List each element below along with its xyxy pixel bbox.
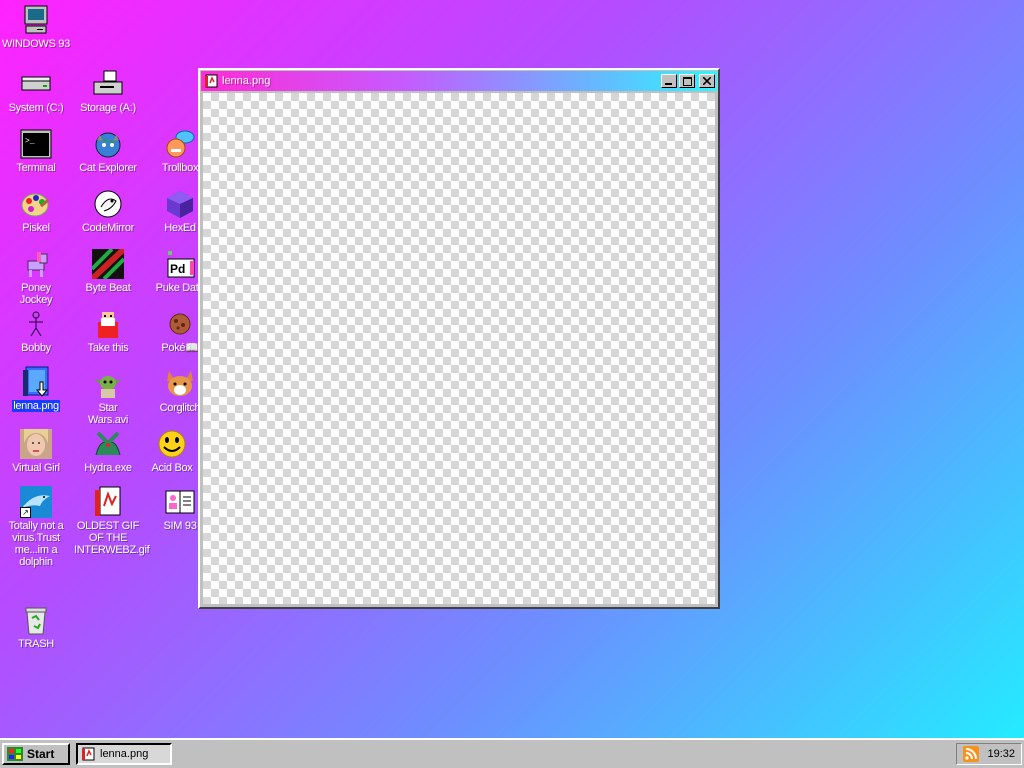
desktop-icon-hydra[interactable]: Hydra.exe [73,428,143,474]
icon-label: System (C:) [8,102,64,114]
desktop-icon-byte-beat[interactable]: Byte Beat [73,248,143,294]
corgi-icon [164,368,196,400]
start-button[interactable]: Start [2,743,70,765]
desktop-icon-star-wars[interactable]: Star Wars.avi [73,368,143,426]
byte-beat-icon [92,248,124,280]
puke-data-icon: Pd [164,248,196,280]
taskbar: Start lenna.png 19:32 [0,738,1024,768]
smiley-icon [156,428,188,460]
dolphin-icon: ↗ [20,486,52,518]
codemirror-icon [92,188,124,220]
icon-label: Hydra.exe [84,462,132,474]
desktop-icon-poney-jockey[interactable]: Poney Jockey [1,248,71,306]
stick-figure-icon [20,308,52,340]
desktop-icon-trash[interactable]: TRASH [1,604,71,650]
system-tray: 19:32 [956,743,1022,765]
svg-text:Pd: Pd [170,262,185,276]
chat-face-icon [164,128,196,160]
cookie-icon [164,308,196,340]
image-file-icon [205,74,218,88]
icon-label: Acid Box [151,462,193,474]
icon-label: Terminal [16,162,56,174]
minimize-button[interactable] [661,74,677,88]
maximize-icon [682,76,692,86]
desktop-icon-lenna[interactable]: lenna.png [1,366,71,412]
maximize-button[interactable] [679,74,695,88]
image-file-icon [20,366,52,398]
icon-label: SIM 93 [163,520,197,532]
start-logo-icon [7,747,23,761]
desktop-icon-virtual-girl[interactable]: Virtual Girl [1,428,71,474]
icon-label: lenna.png [12,400,60,412]
desktop-icon-bobby[interactable]: Bobby [1,308,71,354]
svg-text:>_: >_ [25,137,35,146]
desktop-icon-windows93[interactable]: WINDOWS 93 [1,4,71,50]
image-file-icon [82,747,95,761]
cat-globe-icon [92,128,124,160]
icon-label: Cat Explorer [79,162,137,174]
icon-label: Virtual Girl [12,462,60,474]
close-icon [703,77,711,85]
pony-icon [20,248,52,280]
terminal-icon: >_ [20,128,52,160]
taskbar-clock[interactable]: 19:32 [987,748,1015,760]
hard-drive-icon [20,68,52,100]
gif-file-icon [92,486,124,518]
desktop-icon-take-this[interactable]: Take this [73,308,143,354]
computer-icon [20,4,52,36]
desktop-icon-cat-explorer[interactable]: Cat Explorer [73,128,143,174]
taskbar-item-lenna[interactable]: lenna.png [76,743,172,765]
shortcut-arrow-icon: ↗ [20,507,31,518]
icon-label: Star Wars.avi [88,402,128,426]
rss-feed-icon[interactable] [963,746,980,762]
desktop-icon-piskel[interactable]: Piskel [1,188,71,234]
old-man-icon [92,308,124,340]
purple-cube-icon [164,188,196,220]
icon-label: Piskel [22,222,50,234]
icon-label: Byte Beat [85,282,131,294]
desktop-icon-oldest-gif[interactable]: OLDEST GIF OF THE INTERWEBZ.gif [73,486,150,556]
paint-palette-icon [20,188,52,220]
icon-label: Corglitch [159,402,201,414]
sim-book-icon [164,486,196,518]
desktop-icon-dolphin[interactable]: ↗ Totally not a virus.Trust me...im a do… [1,486,71,568]
taskbar-item-label: lenna.png [100,748,149,760]
close-button[interactable] [699,74,715,88]
icon-label: Bobby [21,342,51,354]
icon-label: Take this [87,342,129,354]
start-label: Start [27,747,55,761]
icon-label: Storage (A:) [80,102,136,114]
face-photo-icon [20,428,52,460]
desktop-icon-terminal[interactable]: >_ Terminal [1,128,71,174]
desktop-icon-storage-a[interactable]: Storage (A:) [73,68,143,114]
icon-label: WINDOWS 93 [2,38,70,50]
transparent-image-canvas[interactable] [203,93,715,604]
window-title: lenna.png [222,75,271,87]
icon-label: Trollbox [161,162,199,174]
icon-label: HexEd [164,222,196,234]
icon-label: TRASH [18,638,54,650]
icon-label: OLDEST GIF OF THE INTERWEBZ.gif [74,520,150,556]
icon-label: Poney Jockey [19,282,53,306]
icon-label: Totally not a virus.Trust me...im a dolp… [8,520,64,568]
floppy-drive-icon [92,68,124,100]
desktop-icon-system-c[interactable]: System (C:) [1,68,71,114]
window-titlebar[interactable]: lenna.png [201,71,717,91]
desktop-icon-codemirror[interactable]: CodeMirror [73,188,143,234]
image-viewer-window[interactable]: lenna.png [198,68,720,609]
icon-label: Poké📖 [161,342,199,354]
yoda-icon [92,368,124,400]
minimize-icon [665,83,672,85]
desktop-icon-acid-box[interactable]: Acid Box [137,428,207,474]
icon-label: CodeMirror [81,222,134,234]
dragon-icon [92,428,124,460]
recycle-bin-icon [20,604,52,636]
